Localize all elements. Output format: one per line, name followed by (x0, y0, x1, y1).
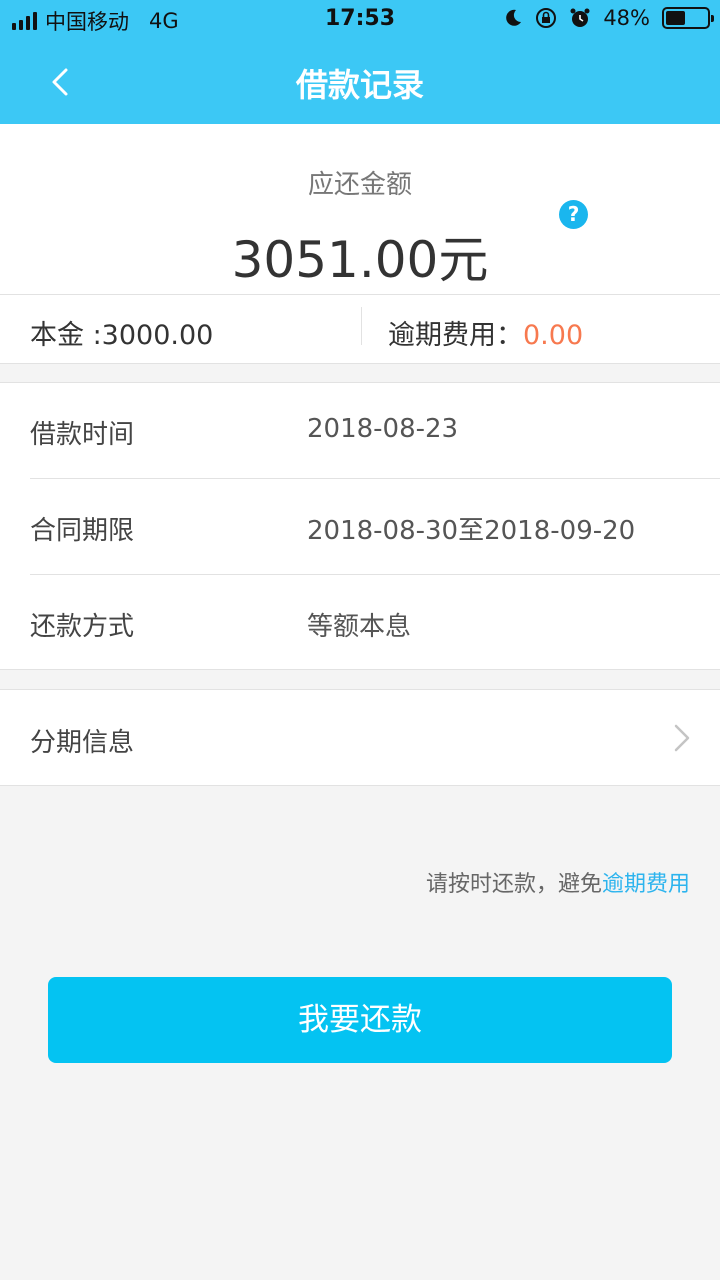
detail-value: 等额本息 (307, 612, 412, 642)
detail-row-contract-term: 合同期限 2018-08-30至2018-09-20 (0, 479, 720, 575)
principal-text: 本金 :3000.00 (30, 320, 214, 351)
rotation-lock-icon (536, 8, 557, 28)
overdue-label: 逾期费用： (388, 320, 523, 351)
detail-row-repay-method: 还款方式 等额本息 (0, 575, 720, 671)
detail-value: 2018-08-30至2018-09-20 (307, 516, 636, 546)
installment-info-row[interactable]: 分期信息 (0, 689, 720, 786)
detail-value: 2018-08-23 (307, 414, 459, 444)
moon-icon (506, 9, 522, 26)
detail-label: 借款时间 (30, 420, 135, 450)
detail-row-loan-date: 借款时间 2018-08-23 (0, 383, 720, 479)
amount-label: 应还金额 (307, 170, 412, 200)
battery-icon (662, 7, 714, 29)
battery-percent: 48% (603, 6, 650, 30)
status-right: 48% (503, 6, 714, 30)
detail-label: 合同期限 (30, 516, 135, 546)
overdue-fee-link[interactable]: 逾期费用 (602, 872, 690, 897)
installment-label: 分期信息 (30, 728, 135, 758)
amount-value: 3051.00元 (231, 231, 489, 289)
chevron-right-icon (674, 724, 690, 752)
status-bar: 中国移动 4G 17:53 48% (0, 0, 720, 40)
page-title: 借款记录 (295, 66, 424, 104)
repay-button[interactable]: 我要还款 (48, 977, 672, 1063)
notice-text: 请按时还款，避免 (425, 872, 602, 897)
amount-breakdown: 本金 :3000.00 逾期费用：0.00 (0, 294, 720, 364)
detail-label: 还款方式 (30, 612, 135, 642)
header: 中国移动 4G 17:53 48% 借款记录 (0, 0, 720, 124)
overdue-fee: 逾期费用：0.00 (388, 313, 583, 352)
repay-notice: 请按时还款，避免逾期费用 (426, 866, 690, 898)
amount-card: 应还金额 ? 3051.00元 本金 :3000.00 逾期费用：0.00 (0, 124, 720, 364)
alarm-icon (570, 8, 590, 27)
divider (361, 307, 362, 345)
overdue-value: 0.00 (523, 320, 584, 351)
nav-bar: 借款记录 (0, 40, 720, 124)
loan-details: 借款时间 2018-08-23 合同期限 2018-08-30至2018-09-… (0, 382, 720, 670)
battery-fill (666, 11, 686, 25)
